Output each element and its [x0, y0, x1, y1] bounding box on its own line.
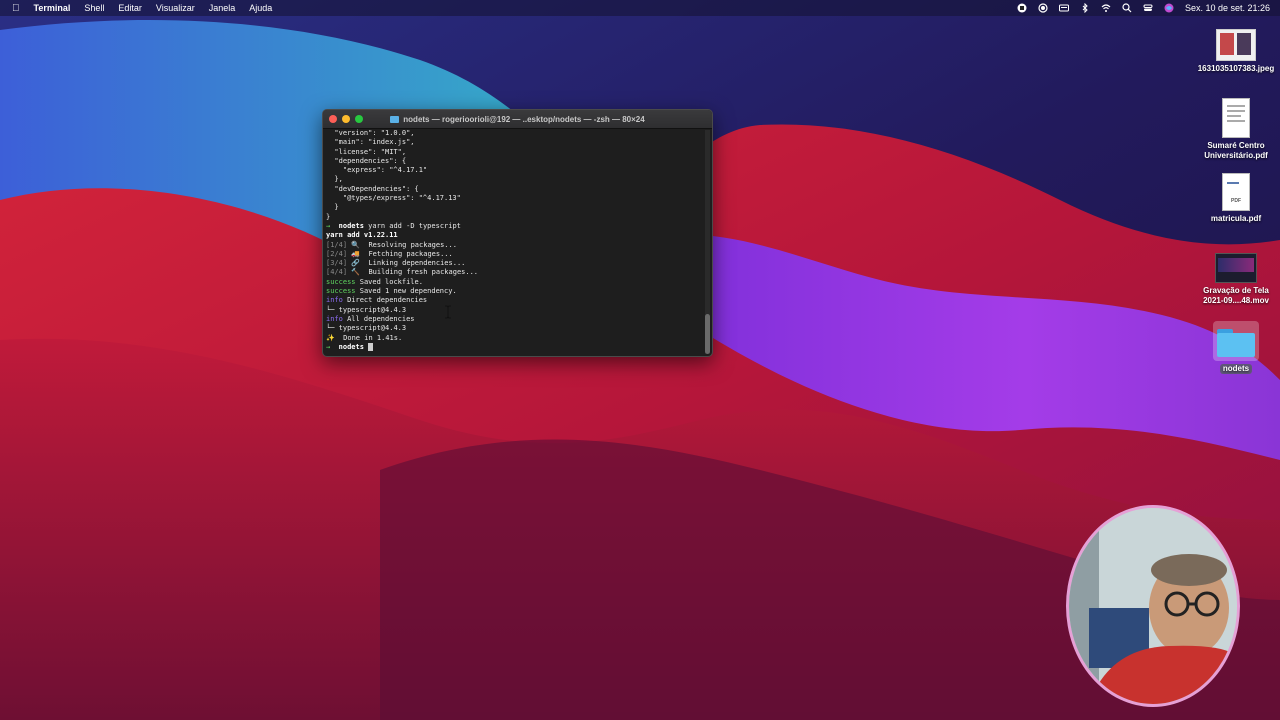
terminal-line: "version": "1.0.0", — [326, 129, 415, 137]
prompt-arrow-icon: → — [326, 342, 331, 351]
terminal-output[interactable]: "version": "1.0.0", "main": "index.js", … — [323, 129, 712, 356]
pdf-badge: PDF — [1231, 198, 1241, 204]
desktop-icon-matricula-pdf[interactable]: PDF matricula.pdf — [1196, 173, 1276, 224]
minimize-button[interactable] — [342, 115, 350, 123]
terminal-window[interactable]: nodets — rogerioorioli@192 — ..esktop/no… — [322, 109, 713, 357]
close-button[interactable] — [329, 115, 337, 123]
terminal-title: nodets — rogerioorioli@192 — ..esktop/no… — [390, 114, 645, 124]
menu-bar:  Terminal Shell Editar Visualizar Janel… — [0, 0, 1280, 16]
bluetooth-icon[interactable] — [1080, 3, 1090, 13]
menu-item-editar[interactable]: Editar — [118, 3, 142, 13]
hammer-emoji-icon: 🔨 — [351, 268, 361, 277]
wifi-icon[interactable] — [1101, 3, 1111, 13]
terminal-line: yarn add v1.22.11 — [326, 231, 398, 240]
text-cursor — [368, 342, 374, 351]
desktop-icon-screen-recording[interactable]: Gravação de Tela 2021-09....48.mov — [1196, 253, 1276, 306]
menu-item-shell[interactable]: Shell — [84, 3, 104, 13]
record-stop-icon[interactable] — [1017, 3, 1027, 13]
desktop-icon-label: 1631035107383.jpeg — [1197, 64, 1275, 73]
prompt-arrow-icon: → — [326, 221, 331, 230]
ibeam-cursor-icon — [445, 305, 451, 319]
folder-icon — [1213, 321, 1259, 361]
terminal-line: info Direct dependencies — [326, 296, 428, 305]
terminal-line: └─ typescript@4.4.3 — [326, 324, 407, 333]
sparkles-emoji-icon: ✨ — [326, 333, 335, 342]
search-icon[interactable] — [1122, 3, 1132, 13]
menu-app-name[interactable]: Terminal — [34, 3, 71, 13]
terminal-line: └─ typescript@4.4.3 — [326, 305, 407, 314]
terminal-line: "main": "index.js", — [326, 138, 415, 147]
pdf-document-icon: PDF — [1222, 173, 1250, 211]
terminal-line: "express": "^4.17.1" — [326, 166, 428, 175]
truck-emoji-icon: 🚚 — [351, 249, 361, 258]
menu-item-janela[interactable]: Janela — [209, 3, 236, 13]
screen-record-icon[interactable] — [1038, 3, 1048, 13]
magnifier-emoji-icon: 🔍 — [351, 240, 361, 249]
siri-icon[interactable] — [1164, 3, 1174, 13]
webcam-overlay — [1066, 505, 1240, 707]
desktop-icon-label: nodets — [1219, 364, 1253, 374]
pdf-document-icon — [1222, 98, 1250, 138]
desktop-icon-jpeg[interactable]: 1631035107383.jpeg — [1196, 29, 1276, 74]
image-thumbnail-icon — [1216, 29, 1256, 61]
terminal-line: "@types/express": "^4.17.13" — [326, 194, 461, 203]
terminal-line: success Saved lockfile. — [326, 277, 423, 286]
webcam-person-image — [1069, 508, 1237, 704]
terminal-prompt-line[interactable]: → nodets — [326, 342, 709, 352]
terminal-line: [4/4] 🔨 Building fresh packages... — [326, 268, 479, 277]
terminal-line: info All dependencies — [326, 314, 415, 323]
link-emoji-icon: 🔗 — [351, 259, 361, 268]
zoom-button[interactable] — [355, 115, 363, 123]
terminal-line: [2/4] 🚚 Fetching packages... — [326, 249, 453, 258]
folder-icon — [390, 115, 400, 123]
terminal-line: [1/4] 🔍 Resolving packages... — [326, 240, 457, 249]
terminal-line: } — [326, 212, 331, 221]
desktop-icon-label: Gravação de Tela 2021-09....48.mov — [1203, 286, 1269, 305]
desktop-icon-label: matricula.pdf — [1210, 214, 1262, 223]
desktop-icon-nodets-folder[interactable]: nodets — [1196, 321, 1276, 374]
keyboard-icon[interactable] — [1058, 3, 1069, 13]
terminal-line: success Saved 1 new dependency. — [326, 287, 457, 296]
menu-item-visualizar[interactable]: Visualizar — [156, 3, 195, 13]
terminal-titlebar[interactable]: nodets — rogerioorioli@192 — ..esktop/no… — [323, 110, 712, 129]
menu-item-ajuda[interactable]: Ajuda — [249, 3, 272, 13]
apple-menu-icon[interactable]:  — [12, 3, 20, 14]
desktop-icon-label: Sumaré Centro Universitário.pdf — [1204, 141, 1268, 160]
terminal-scrollbar[interactable] — [705, 130, 710, 354]
terminal-line: "license": "MIT", — [326, 147, 407, 156]
control-center-icon[interactable] — [1143, 3, 1153, 13]
terminal-prompt-line: → nodets yarn add -D typescript — [326, 221, 461, 230]
desktop-icon-sumare-pdf[interactable]: Sumaré Centro Universitário.pdf — [1196, 98, 1276, 161]
scrollbar-thumb[interactable] — [705, 314, 710, 354]
menu-clock[interactable]: Sex. 10 de set. 21:26 — [1185, 3, 1270, 13]
terminal-line: } — [326, 203, 339, 212]
terminal-title-text: nodets — rogerioorioli@192 — ..esktop/no… — [403, 114, 645, 124]
terminal-line: ✨ Done in 1.41s. — [326, 333, 403, 342]
terminal-line: }, — [326, 175, 343, 184]
video-thumbnail-icon — [1215, 253, 1257, 283]
terminal-line: "devDependencies": { — [326, 184, 419, 193]
terminal-line: "dependencies": { — [326, 156, 407, 165]
